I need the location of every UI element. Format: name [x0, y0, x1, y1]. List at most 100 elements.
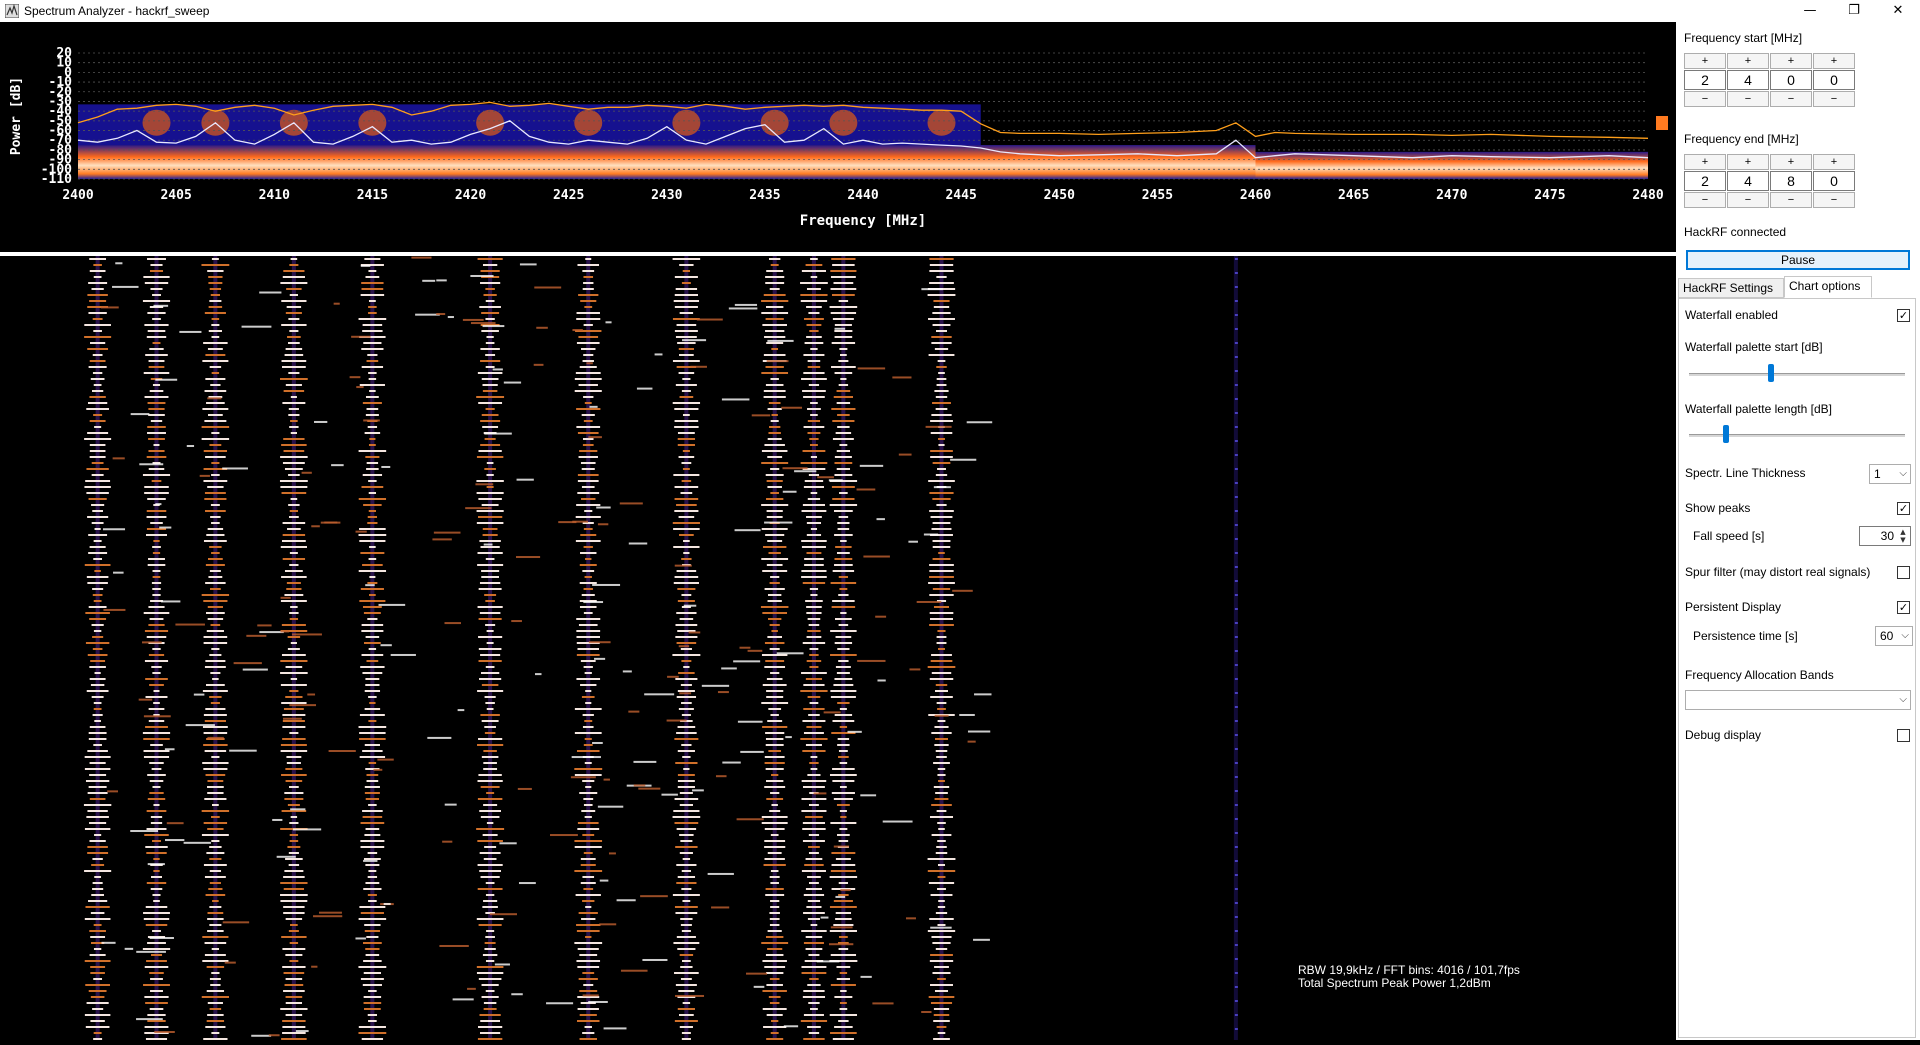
waterfall-burst	[289, 704, 317, 707]
waterfall-line-segment	[148, 468, 165, 470]
waterfall-line-segment	[806, 660, 822, 662]
waterfall-line-segment	[770, 672, 780, 674]
waterfall-line-segment	[681, 480, 692, 482]
digit-value[interactable]: 4	[1727, 70, 1769, 90]
close-button[interactable]: ✕	[1876, 0, 1920, 22]
waterfall-burst	[355, 530, 367, 533]
digit-down-button[interactable]: −	[1727, 91, 1769, 107]
waterfall-burst	[715, 775, 727, 778]
waterfall-line-segment	[485, 300, 495, 302]
persistence-blob	[927, 109, 956, 136]
waterfall-line-segment	[836, 804, 850, 806]
digit-up-button[interactable]: +	[1727, 154, 1769, 170]
waterfall-line-segment	[575, 516, 601, 518]
waterfall-line-segment	[204, 750, 227, 752]
spinner-down-icon[interactable]: ▼	[1897, 536, 1909, 544]
line-thickness-select[interactable]: 1 ⌵	[1869, 464, 1911, 484]
waterfall-line-segment	[286, 306, 302, 308]
minimize-button[interactable]: —	[1788, 0, 1832, 22]
waterfall-line-segment	[576, 630, 601, 632]
digit-up-button[interactable]: +	[1684, 53, 1726, 69]
digit-value[interactable]: 0	[1770, 70, 1812, 90]
waterfall-line-segment	[149, 762, 164, 764]
palette-length-slider[interactable]	[1689, 434, 1905, 437]
persistent-display-checkbox[interactable]: ✓	[1897, 601, 1910, 614]
palette-start-slider[interactable]	[1689, 373, 1905, 376]
digit-up-button[interactable]: +	[1813, 53, 1855, 69]
digit-down-button[interactable]: −	[1684, 192, 1726, 208]
waterfall-line-segment	[281, 624, 306, 626]
waterfall-line-segment	[578, 384, 598, 386]
waterfall-enabled-checkbox[interactable]: ✓	[1897, 309, 1910, 322]
waterfall-line-segment	[144, 996, 169, 998]
waterfall-line-segment	[1234, 748, 1238, 750]
waterfall-line-segment	[576, 408, 601, 410]
spinner-arrows[interactable]: ▲ ▼	[1897, 528, 1909, 544]
chevron-down-icon: ⌵	[1899, 694, 1907, 705]
spinner-up-icon[interactable]: ▲	[1897, 528, 1909, 536]
waterfall-line-segment	[364, 786, 380, 788]
waterfall-line-segment	[94, 876, 102, 878]
waterfall-burst	[311, 525, 320, 528]
digit-down-button[interactable]: −	[1770, 192, 1812, 208]
digit-value[interactable]: 2	[1684, 171, 1726, 191]
fall-speed-input[interactable]: 30 ▲ ▼	[1859, 526, 1911, 546]
spectrum-chart[interactable]: 20 10 0 -10 -20 -30 -40 -50 -60 -70 -80 -90 -100 -110…	[0, 22, 1676, 252]
waterfall-line-segment	[936, 378, 947, 380]
tab-hackrf-settings[interactable]: HackRF Settings	[1678, 278, 1784, 298]
waterfall-line-segment	[485, 408, 495, 410]
allocation-bands-select[interactable]: ⌵	[1685, 690, 1911, 710]
waterfall-line-segment	[806, 522, 822, 524]
digit-up-button[interactable]: +	[1727, 53, 1769, 69]
waterfall-line-segment	[576, 312, 600, 314]
waterfall-line-segment	[806, 612, 822, 614]
digit-value[interactable]: 2	[1684, 70, 1726, 90]
digit-down-button[interactable]: −	[1813, 192, 1855, 208]
waterfall-line-segment	[805, 600, 823, 602]
waterfall-line-segment	[835, 918, 852, 920]
waterfall-line-segment	[478, 450, 502, 452]
pause-button[interactable]: Pause	[1686, 250, 1910, 270]
palette-length-slider-thumb[interactable]	[1722, 425, 1729, 443]
digit-down-button[interactable]: −	[1727, 192, 1769, 208]
waterfall-line-segment	[677, 342, 696, 344]
restore-button[interactable]: ❐	[1832, 0, 1876, 22]
waterfall-line-segment	[929, 612, 954, 614]
spur-filter-checkbox[interactable]	[1897, 566, 1910, 579]
digit-value[interactable]: 0	[1813, 70, 1855, 90]
waterfall-line-segment	[207, 486, 224, 488]
persistence-time-select[interactable]: 60 ⌵	[1875, 626, 1913, 646]
waterfall-line-segment	[477, 516, 503, 518]
digit-value[interactable]: 4	[1727, 171, 1769, 191]
digit-value[interactable]: 0	[1813, 171, 1855, 191]
waterfall-line-segment	[477, 372, 503, 374]
waterfall-line-segment	[679, 534, 694, 536]
digit-up-button[interactable]: +	[1813, 154, 1855, 170]
waterfall-line-segment	[937, 864, 946, 866]
digit-up-button[interactable]: +	[1684, 154, 1726, 170]
waterfall-line-segment	[681, 702, 692, 704]
waterfall-line-segment	[211, 258, 219, 260]
show-peaks-checkbox[interactable]: ✓	[1897, 502, 1910, 515]
waterfall-line-segment	[150, 288, 163, 290]
tab-chart-options[interactable]: Chart options	[1784, 276, 1872, 298]
palette-start-slider-thumb[interactable]	[1768, 364, 1775, 382]
waterfall-line-segment	[289, 564, 299, 566]
waterfall-line-segment	[208, 306, 223, 308]
digit-up-button[interactable]: +	[1770, 154, 1812, 170]
digit-down-button[interactable]: −	[1684, 91, 1726, 107]
waterfall-line-segment	[810, 768, 818, 770]
waterfall-line-segment	[85, 612, 110, 614]
waterfall-line-segment	[362, 402, 382, 404]
digit-value[interactable]: 8	[1770, 171, 1812, 191]
waterfall-line-segment	[476, 492, 504, 494]
debug-display-checkbox[interactable]	[1897, 729, 1910, 742]
digit-down-button[interactable]: −	[1770, 91, 1812, 107]
x-tick-label: 2400	[62, 188, 93, 203]
waterfall-line-segment	[280, 600, 307, 602]
digit-up-button[interactable]: +	[1770, 53, 1812, 69]
digit-down-button[interactable]: −	[1813, 91, 1855, 107]
connection-status: HackRF connected	[1684, 225, 1787, 239]
waterfall-burst	[717, 691, 729, 694]
waterfall-line-segment	[803, 426, 825, 428]
